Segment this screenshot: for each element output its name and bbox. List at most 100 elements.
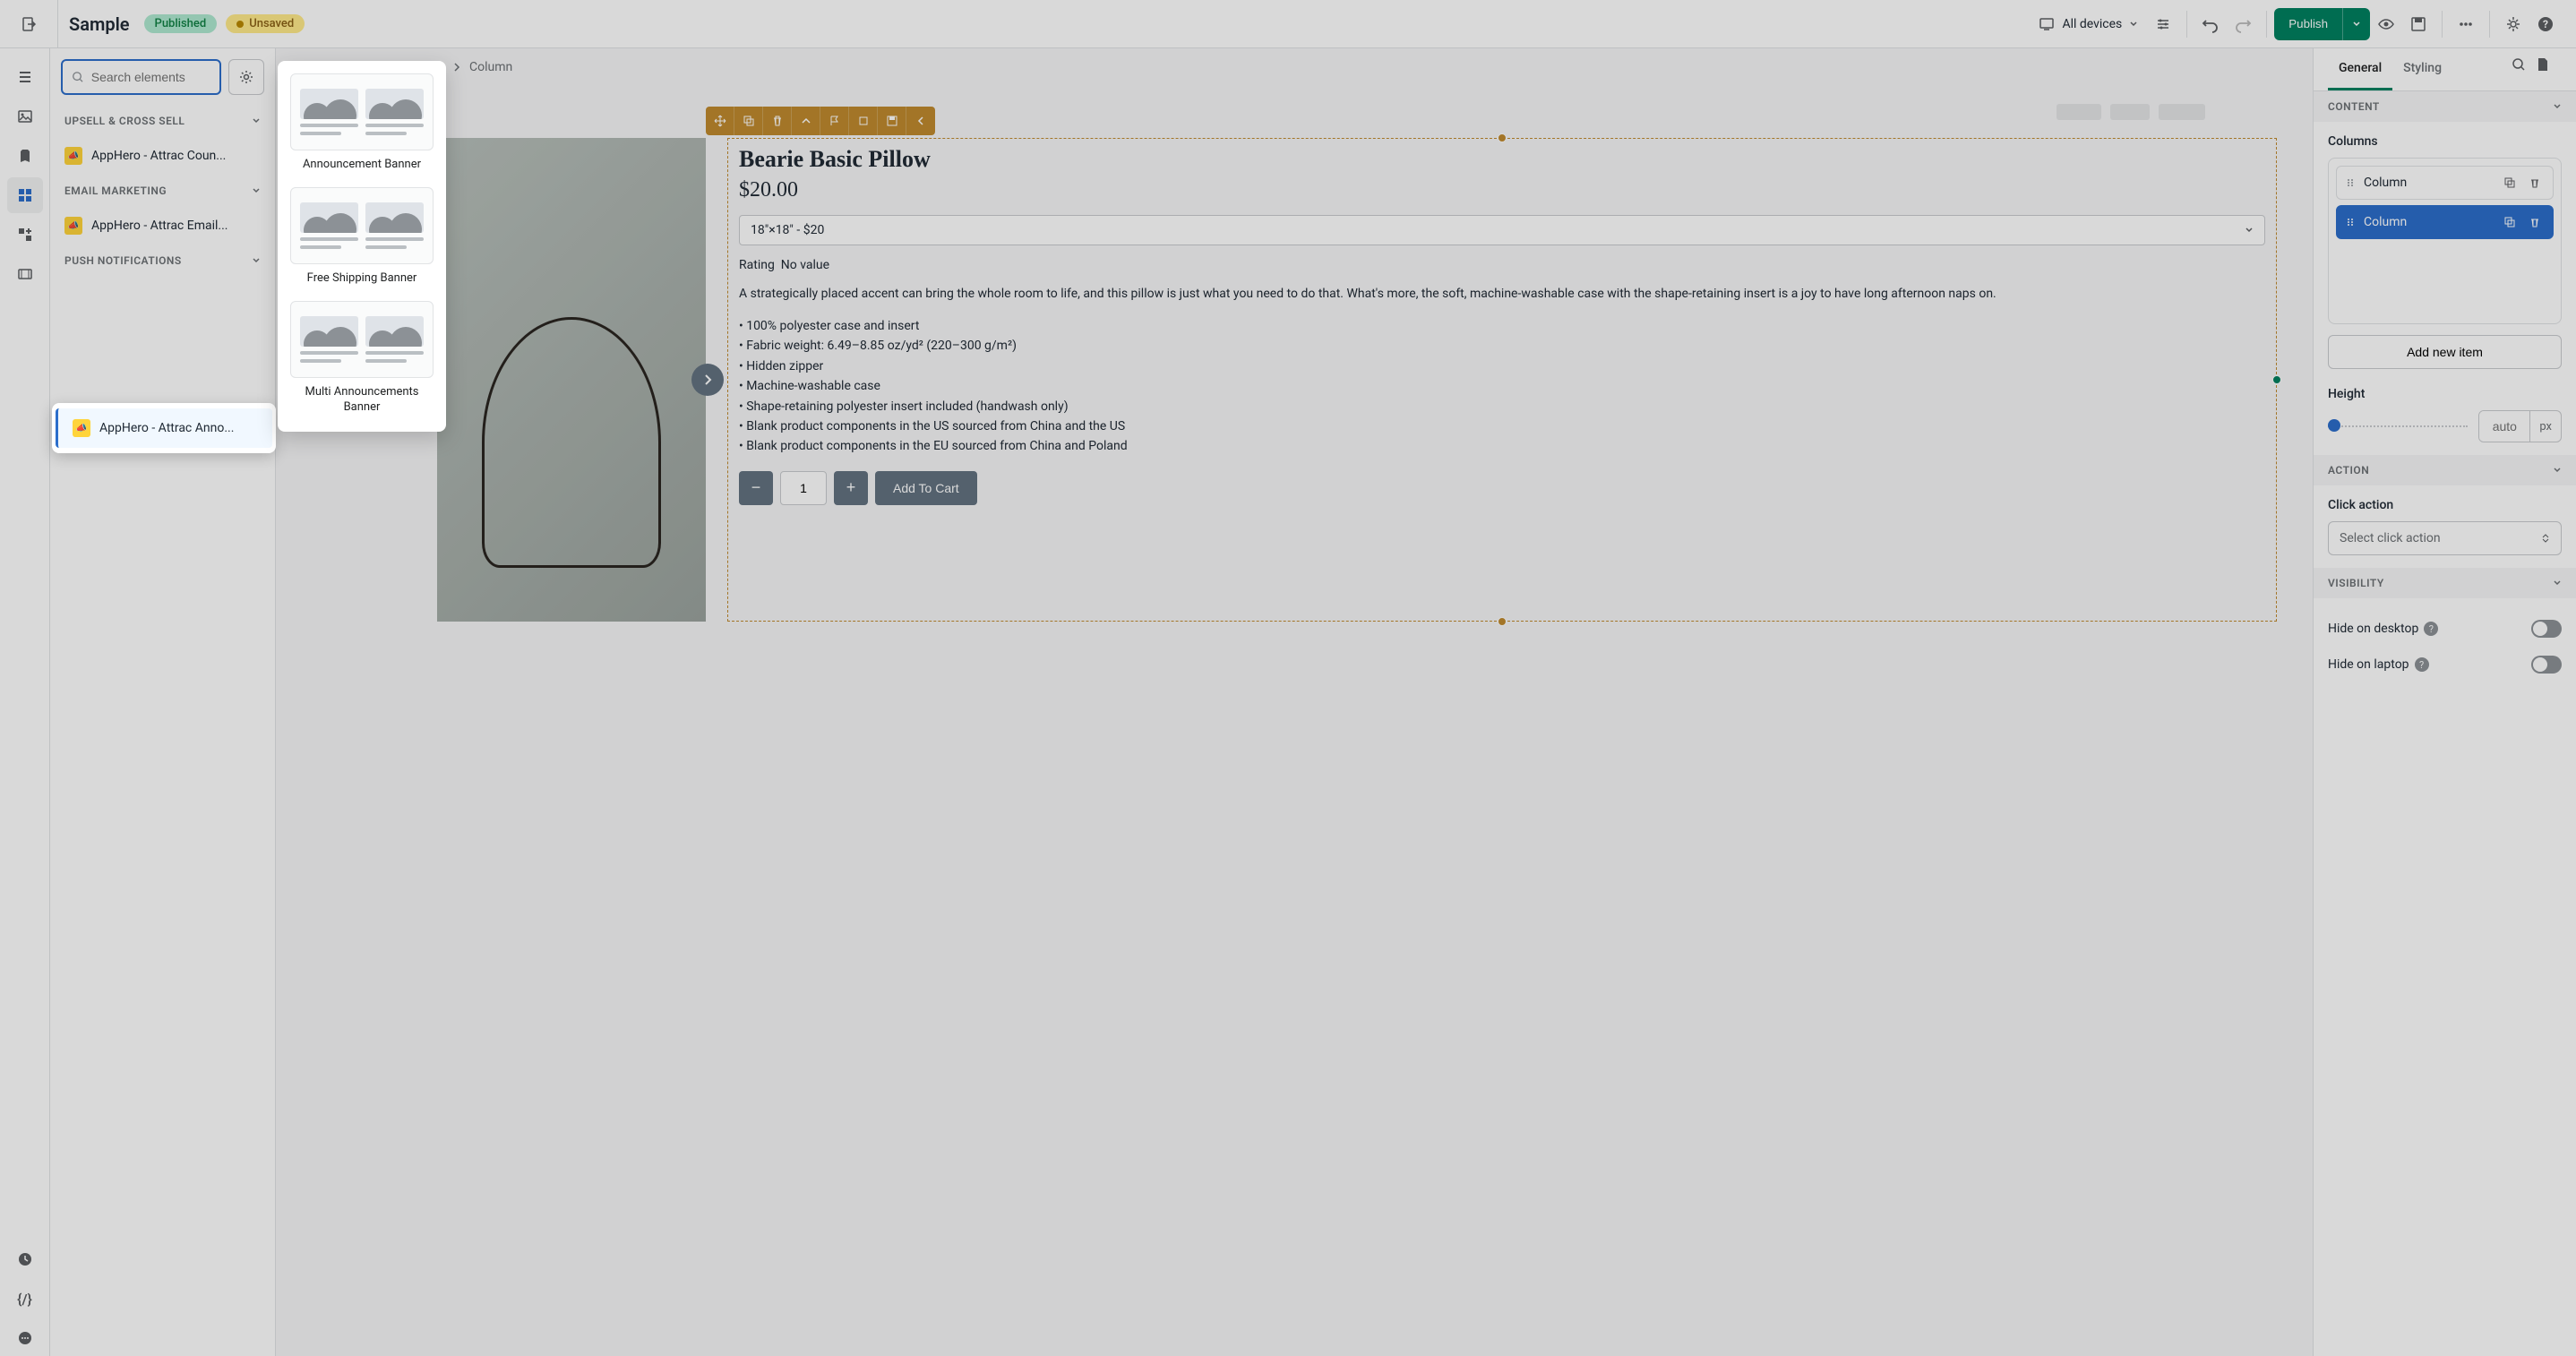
- document-icon: [2537, 57, 2549, 72]
- column-copy-button[interactable]: [2501, 213, 2519, 231]
- height-unit[interactable]: px: [2529, 411, 2561, 442]
- publish-button[interactable]: Publish: [2274, 8, 2370, 40]
- toolbar-duplicate-button[interactable]: [849, 107, 878, 135]
- product-title: Bearie Basic Pillow: [739, 146, 2265, 173]
- height-input[interactable]: [2479, 411, 2529, 442]
- toolbar-copy-button[interactable]: [734, 107, 763, 135]
- help-button[interactable]: ?: [2529, 8, 2562, 40]
- gear-button[interactable]: [2497, 8, 2529, 40]
- settings-sliders-button[interactable]: [2147, 8, 2179, 40]
- rail-code-button[interactable]: {/}: [7, 1281, 43, 1317]
- popover-item-announcement[interactable]: Announcement Banner: [285, 68, 439, 178]
- help-icon[interactable]: ?: [2415, 657, 2429, 672]
- unsaved-badge: Unsaved: [226, 14, 305, 33]
- gear-icon: [238, 69, 254, 85]
- column-item-2[interactable]: Column: [2336, 205, 2554, 239]
- gear-icon: [2504, 15, 2522, 33]
- publish-dropdown[interactable]: [2342, 8, 2370, 40]
- tab-styling[interactable]: Styling: [2392, 48, 2452, 90]
- section-visibility[interactable]: VISIBILITY: [2314, 568, 2576, 598]
- bullet-item: • Blank product components in the EU sou…: [739, 436, 2265, 456]
- panel-doc-button[interactable]: [2537, 57, 2562, 82]
- column-delete-button[interactable]: [2526, 213, 2544, 231]
- drag-icon[interactable]: [2346, 177, 2357, 188]
- section-push[interactable]: PUSH NOTIFICATIONS: [50, 245, 275, 276]
- preview-button[interactable]: [2370, 8, 2402, 40]
- add-to-cart-button[interactable]: Add To Cart: [875, 471, 977, 505]
- toolbar-move-button[interactable]: [706, 107, 734, 135]
- panel-search-button[interactable]: [2512, 57, 2537, 82]
- copy-icon: [2503, 216, 2516, 228]
- column-item-1[interactable]: Column: [2336, 166, 2554, 200]
- redo-icon: [2234, 15, 2252, 33]
- left-panel: UPSELL & CROSS SELL 📣 AppHero - Attrac C…: [50, 48, 276, 1356]
- click-action-select[interactable]: Select click action: [2328, 521, 2562, 555]
- save-button[interactable]: [2402, 8, 2434, 40]
- element-item-email[interactable]: 📣 AppHero - Attrac Email...: [50, 206, 275, 245]
- variant-selector[interactable]: 18"×18" - $20: [739, 215, 2265, 245]
- film-icon: [17, 266, 33, 282]
- section-email[interactable]: EMAIL MARKETING: [50, 176, 275, 206]
- search-icon: [72, 70, 84, 84]
- search-input[interactable]: [61, 59, 221, 95]
- app-icon: 📣: [64, 217, 82, 235]
- hide-desktop-toggle[interactable]: [2531, 620, 2562, 638]
- section-content[interactable]: CONTENT: [2314, 91, 2576, 122]
- bullet-item: • Hidden zipper: [739, 356, 2265, 376]
- quantity-decrease-button[interactable]: −: [739, 471, 773, 505]
- column-delete-button[interactable]: [2526, 174, 2544, 192]
- help-icon: ?: [2537, 15, 2555, 33]
- top-bar: Sample Published Unsaved All devices Pub…: [0, 0, 2576, 48]
- resize-handle-top[interactable]: [1498, 133, 1507, 142]
- toolbar-collapse-button[interactable]: [906, 107, 935, 135]
- panel-settings-button[interactable]: [228, 59, 264, 95]
- column-copy-button[interactable]: [2501, 174, 2519, 192]
- toolbar-save-button[interactable]: [878, 107, 906, 135]
- more-button[interactable]: [2450, 8, 2482, 40]
- height-slider[interactable]: [2328, 424, 2468, 429]
- hide-laptop-toggle[interactable]: [2531, 656, 2562, 674]
- add-new-item-button[interactable]: Add new item: [2328, 335, 2562, 369]
- toolbar-flag-button[interactable]: [820, 107, 849, 135]
- tab-general[interactable]: General: [2328, 48, 2392, 90]
- rail-chat-button[interactable]: [7, 1320, 43, 1356]
- skeleton-row: [312, 104, 2205, 120]
- code-icon: {/}: [17, 1291, 32, 1308]
- canvas: Column: [276, 48, 2313, 1356]
- back-button[interactable]: [14, 8, 47, 40]
- rail-media-button[interactable]: [7, 256, 43, 292]
- breadcrumb-item[interactable]: Column: [469, 60, 512, 74]
- drag-icon[interactable]: [2346, 217, 2357, 227]
- rail-shopify-button[interactable]: [7, 138, 43, 174]
- chevron-down-icon: [252, 256, 261, 265]
- svg-text:?: ?: [2543, 18, 2548, 30]
- rail-outline-button[interactable]: [7, 59, 43, 95]
- redo-button[interactable]: [2227, 8, 2259, 40]
- popover-item-free-shipping[interactable]: Free Shipping Banner: [285, 182, 439, 292]
- slider-thumb[interactable]: [2328, 419, 2340, 432]
- section-action[interactable]: ACTION: [2314, 455, 2576, 485]
- resize-handle-right[interactable]: [2272, 375, 2281, 384]
- hide-laptop-label: Hide on laptop?: [2328, 657, 2429, 673]
- rail-apps-button[interactable]: [7, 177, 43, 213]
- toolbar-delete-button[interactable]: [763, 107, 792, 135]
- element-item-countdown[interactable]: 📣 AppHero - Attrac Coun...: [50, 136, 275, 176]
- breadcrumb: Column: [276, 48, 2313, 86]
- popover-item-multi-announce[interactable]: Multi Announcements Banner: [285, 296, 439, 421]
- quantity-increase-button[interactable]: +: [834, 471, 868, 505]
- grid-icon: [17, 187, 33, 203]
- undo-button[interactable]: [2194, 8, 2227, 40]
- rail-history-button[interactable]: [7, 1241, 43, 1277]
- app-icon: 📣: [64, 147, 82, 165]
- help-icon[interactable]: ?: [2424, 622, 2438, 636]
- rail-image-button[interactable]: [7, 99, 43, 134]
- resize-handle-bottom[interactable]: [1498, 617, 1507, 626]
- toolbar-up-button[interactable]: [792, 107, 820, 135]
- rail-add-button[interactable]: [7, 217, 43, 253]
- click-action-label: Click action: [2328, 498, 2562, 512]
- selected-column[interactable]: Bearie Basic Pillow $20.00 18"×18" - $20…: [727, 138, 2277, 622]
- chevron-down-icon: [2129, 20, 2138, 29]
- quantity-input[interactable]: [780, 471, 827, 505]
- device-selector[interactable]: All devices: [2030, 11, 2147, 38]
- section-upsell[interactable]: UPSELL & CROSS SELL: [50, 106, 275, 136]
